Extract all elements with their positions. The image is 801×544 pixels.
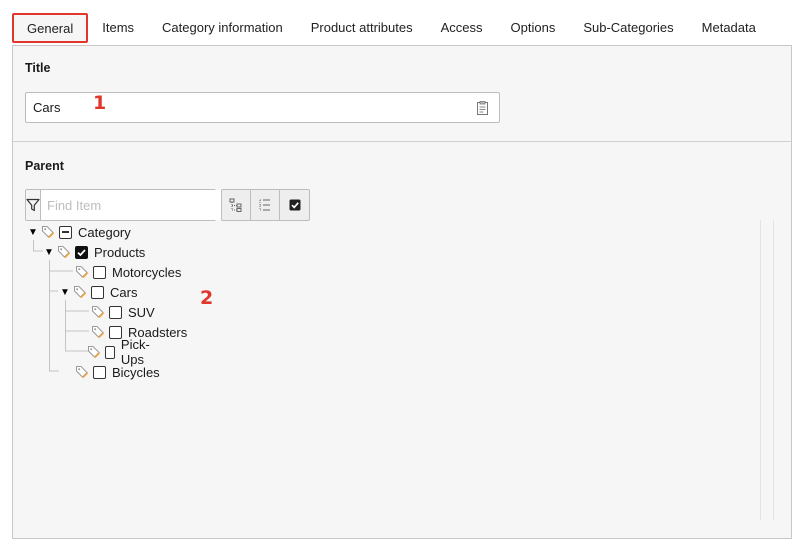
tree-node-suv[interactable]: SUV: [77, 302, 155, 322]
tree-node-category[interactable]: ▼ Category: [27, 222, 131, 242]
tree-checkbox[interactable]: [105, 345, 115, 359]
tab-label: Options: [510, 20, 556, 35]
tree-checkbox[interactable]: [59, 225, 72, 239]
tree-checkbox[interactable]: [109, 305, 122, 319]
tag-icon: [87, 345, 101, 359]
tab-access[interactable]: Access: [427, 10, 497, 45]
tab-items[interactable]: Items: [88, 10, 148, 45]
tree-node-label: SUV: [128, 304, 155, 320]
clipboard-icon[interactable]: [477, 101, 488, 118]
tree-node-bicycles[interactable]: Bicycles: [61, 362, 160, 382]
tree-node-label: Products: [94, 244, 146, 260]
tree-checkbox[interactable]: [75, 245, 88, 259]
expand-toggle-icon[interactable]: ▼: [27, 227, 39, 238]
tab-label: Items: [102, 20, 135, 35]
tag-icon: [75, 365, 89, 379]
tree-node-products[interactable]: ▼ Products: [43, 242, 145, 262]
expand-toggle-icon[interactable]: ▼: [43, 247, 55, 258]
annotation-marker-2: 2: [200, 287, 214, 309]
tag-icon: [73, 285, 87, 299]
tree-scrollbar[interactable]: [760, 220, 774, 520]
tag-icon: [91, 325, 105, 339]
tab-metadata[interactable]: Metadata: [688, 10, 770, 45]
tree-checkbox[interactable]: [91, 285, 104, 299]
tree-node-label: Bicycles: [112, 364, 160, 380]
tab-label: General: [27, 20, 74, 36]
tree-node-motorcycles[interactable]: Motorcycles: [61, 262, 181, 282]
tab-label: Metadata: [701, 20, 756, 35]
form-panel: Title Cars 1 Parent Find Item ▼ Category…: [12, 45, 792, 539]
tag-icon: [91, 305, 105, 319]
tab-label: Access: [440, 20, 483, 35]
tag-icon: [75, 265, 89, 279]
tree-node-label: Category: [78, 224, 131, 240]
tree-node-pick-ups[interactable]: Pick-Ups: [77, 337, 157, 367]
tree-node-cars[interactable]: ▼ Cars: [59, 282, 137, 302]
tab-label: Product attributes: [310, 20, 413, 35]
tree-node-label: Cars: [110, 284, 138, 300]
tab-product-attributes[interactable]: Product attributes: [297, 10, 427, 45]
tab-label: Category information: [162, 20, 283, 35]
expand-toggle-icon[interactable]: ▼: [59, 287, 71, 298]
tree-node-label: Motorcycles: [112, 264, 182, 280]
tab-options[interactable]: Options: [497, 10, 570, 45]
tab-sub-categories[interactable]: Sub-Categories: [569, 10, 687, 45]
tree-checkbox[interactable]: [93, 265, 106, 279]
tab-label: Sub-Categories: [583, 20, 674, 35]
tag-icon: [57, 245, 71, 259]
tag-icon: [41, 225, 55, 239]
tab-category-information[interactable]: Category information: [148, 10, 297, 45]
tree-checkbox[interactable]: [93, 365, 106, 379]
tab-bar: General Items Category information Produ…: [12, 10, 792, 45]
tab-general[interactable]: General: [12, 13, 89, 43]
